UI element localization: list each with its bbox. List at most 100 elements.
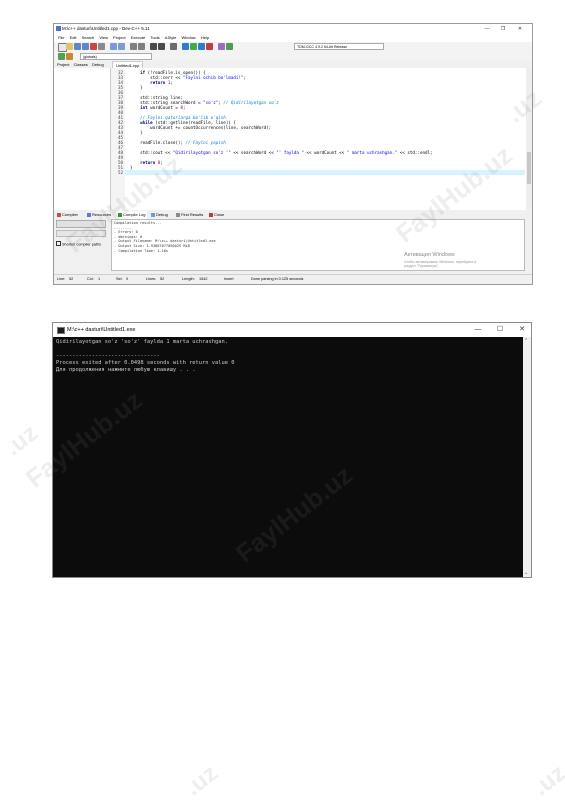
tab-find-results-label: Find Results (181, 212, 204, 217)
status-length-value: 1542 (199, 277, 208, 281)
save-icon[interactable] (74, 43, 81, 50)
tab-debug-bottom[interactable]: Debug (151, 211, 168, 219)
console-vertical-scrollbar[interactable]: ⌃ ⌄ (523, 337, 531, 577)
status-lines-label: Lines: (146, 277, 157, 281)
indent-icon[interactable] (150, 43, 157, 50)
print-icon[interactable] (98, 43, 105, 50)
main-toolbar: TDM-GCC 4.9.2 64-bit Release (54, 42, 532, 52)
devcpp-window: M:\c++ dasturi\Untitled1.cpp - Dev-C++ 5… (53, 23, 533, 285)
console-close-button[interactable]: ✕ (515, 323, 529, 337)
status-lines-value: 52 (160, 277, 165, 281)
tab-close[interactable]: Close (209, 211, 224, 219)
menu-bar: File Edit Search View Project Execute To… (54, 34, 532, 42)
watermark: .uz (528, 759, 565, 802)
code-line: } (130, 130, 143, 135)
console-output-line: Process exited after 0.0498 seconds with… (56, 360, 235, 366)
status-sel-label: Sel: (116, 277, 123, 281)
status-bar: Line: 52 Col: 1 Sel: 0 Lines: 52 Length:… (54, 274, 532, 284)
toggle-bookmark-icon[interactable] (170, 43, 177, 50)
tab-project[interactable]: Project (57, 61, 69, 68)
console-window: M:\c++ dasturi\Untitled1.exe — ☐ ✕ Qidir… (52, 322, 532, 578)
tab-compiler[interactable]: Compiler (57, 211, 78, 219)
console-output-line: Для продолжения нажмите любую клавишу . … (56, 367, 196, 373)
run-icon[interactable] (190, 43, 197, 50)
console-minimize-button[interactable]: — (471, 323, 485, 337)
checkbox-box[interactable] (56, 241, 61, 246)
replace-icon[interactable] (138, 43, 145, 50)
insert-icon[interactable] (58, 53, 65, 60)
code-line: wordCount += countOccurrences(line, sear… (130, 125, 272, 130)
save-all-icon[interactable] (82, 43, 89, 50)
close-button[interactable]: ✕ (513, 24, 527, 34)
debug-tab-icon (151, 212, 155, 217)
status-line-value: 52 (69, 277, 74, 281)
menu-tools[interactable]: Tools (150, 34, 159, 42)
status-message: Done parsing in 0.125 seconds (251, 277, 304, 281)
globals-select[interactable]: (globals) (80, 53, 152, 60)
compiler-select[interactable]: TDM-GCC 4.9.2 64-bit Release (294, 43, 384, 50)
status-col-value: 1 (98, 277, 101, 281)
code-line: readFile.close(); // Faylni yopish (130, 140, 226, 145)
console-separator: -------------------------------- (56, 353, 160, 359)
close-panel-icon (209, 212, 213, 217)
editor-scroll-thumb[interactable] (527, 152, 531, 184)
menu-project[interactable]: Project (113, 34, 125, 42)
tab-compiler-label: Compiler (62, 212, 79, 217)
windows-activation-title: Активация Windows (404, 252, 455, 258)
unindent-icon[interactable] (158, 43, 165, 50)
menu-view[interactable]: View (99, 34, 108, 42)
status-line-label: Line: (57, 277, 66, 281)
menu-file[interactable]: File (58, 34, 64, 42)
menu-edit[interactable]: Edit (70, 34, 77, 42)
console-app-icon (57, 327, 65, 334)
tab-find-results[interactable]: Find Results (176, 211, 203, 219)
find-icon[interactable] (130, 43, 137, 50)
menu-window[interactable]: Window (181, 34, 195, 42)
status-col-label: Col: (87, 277, 94, 281)
undo-icon[interactable] (110, 43, 117, 50)
secondary-toolbar: (globals) (54, 52, 532, 61)
left-panel-tabs: Project Classes Debug (54, 61, 110, 68)
ide-window-title: M:\c++ dasturi\Untitled1.cpp - Dev-C++ 5… (62, 26, 150, 31)
compile-run-icon[interactable] (198, 43, 205, 50)
project-browser-panel (54, 68, 111, 210)
stop-icon[interactable] (206, 43, 213, 50)
compile-log-line: - Compilation Time: 1.16s (114, 248, 169, 253)
console-output-line: Qidirilayotgan so'z 'so'z' faylda 1 mart… (56, 339, 229, 345)
menu-help[interactable]: Help (201, 34, 209, 42)
class-browser-icon[interactable] (66, 53, 73, 60)
status-sel-value: 0 (126, 277, 129, 281)
open-folder-icon[interactable] (66, 43, 73, 50)
menu-execute[interactable]: Execute (131, 34, 145, 42)
debug-icon[interactable] (218, 43, 225, 50)
line-number: 52 (117, 170, 123, 175)
code-line: } (130, 85, 143, 90)
scroll-down-arrow-icon[interactable]: ⌄ (524, 570, 528, 576)
compile-icon[interactable] (182, 43, 189, 50)
console-title-bar: M:\c++ dasturi\Untitled1.exe — ☐ ✕ (53, 323, 531, 337)
console-window-title: M:\c++ dasturi\Untitled1.exe (67, 327, 136, 333)
devcpp-app-icon (56, 26, 61, 31)
minimize-button[interactable]: — (480, 24, 494, 34)
code-line: } (130, 165, 133, 170)
tab-debug[interactable]: Debug (92, 61, 104, 68)
scroll-up-arrow-icon[interactable]: ⌃ (524, 338, 528, 344)
windows-activation-text: Чтобы активировать Windows, перейдите в … (404, 260, 477, 268)
status-insert-mode: Insert (224, 277, 234, 281)
chart-icon[interactable] (226, 43, 233, 50)
menu-search[interactable]: Search (82, 34, 95, 42)
tab-debug-bottom-label: Debug (156, 212, 168, 217)
close-file-icon[interactable] (90, 43, 97, 50)
code-line: std::cout << "Qidirilayotgan so'z '" << … (130, 150, 433, 155)
menu-astyle[interactable]: AStyle (165, 34, 177, 42)
console-maximize-button[interactable]: ☐ (493, 323, 507, 337)
compiler-icon (57, 212, 61, 217)
maximize-button[interactable]: ❐ (496, 24, 510, 34)
find-results-icon (176, 212, 180, 217)
status-length-label: Length: (182, 277, 195, 281)
ide-title-bar: M:\c++ dasturi\Untitled1.cpp - Dev-C++ 5… (54, 24, 532, 34)
watermark: .uz (180, 759, 223, 802)
redo-icon[interactable] (118, 43, 125, 50)
tab-classes[interactable]: Classes (74, 61, 88, 68)
tab-close-label: Close (214, 212, 225, 217)
